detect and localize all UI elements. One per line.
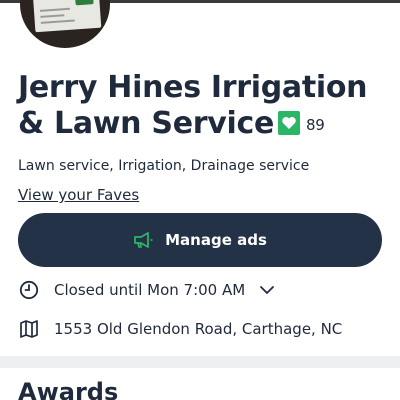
manage-ads-label: Manage ads [165, 231, 267, 249]
megaphone-icon [133, 231, 153, 249]
hours-text: Closed until Mon 7:00 AM [54, 281, 246, 299]
chevron-down-icon[interactable] [259, 285, 275, 295]
manage-ads-button[interactable]: Manage ads [18, 213, 382, 267]
awards-heading: Awards [18, 378, 119, 400]
review-count[interactable]: 89 [306, 116, 325, 134]
section-divider [0, 356, 400, 368]
map-icon [18, 318, 40, 340]
view-faves-link[interactable]: View your Faves [18, 186, 139, 204]
address-row[interactable]: 1553 Old Glendon Road, Carthage, NC [18, 318, 342, 340]
clock-icon [18, 279, 40, 301]
business-title: Jerry Hines Irrigation & Lawn Service 89 [18, 70, 388, 143]
verified-heart-icon [278, 111, 301, 135]
hours-row[interactable]: Closed until Mon 7:00 AM [18, 279, 275, 301]
business-categories: Lawn service, Irrigation, Drainage servi… [18, 158, 310, 174]
address-text: 1553 Old Glendon Road, Carthage, NC [54, 320, 343, 338]
business-card-image [32, 0, 102, 33]
business-avatar[interactable] [20, 0, 110, 48]
